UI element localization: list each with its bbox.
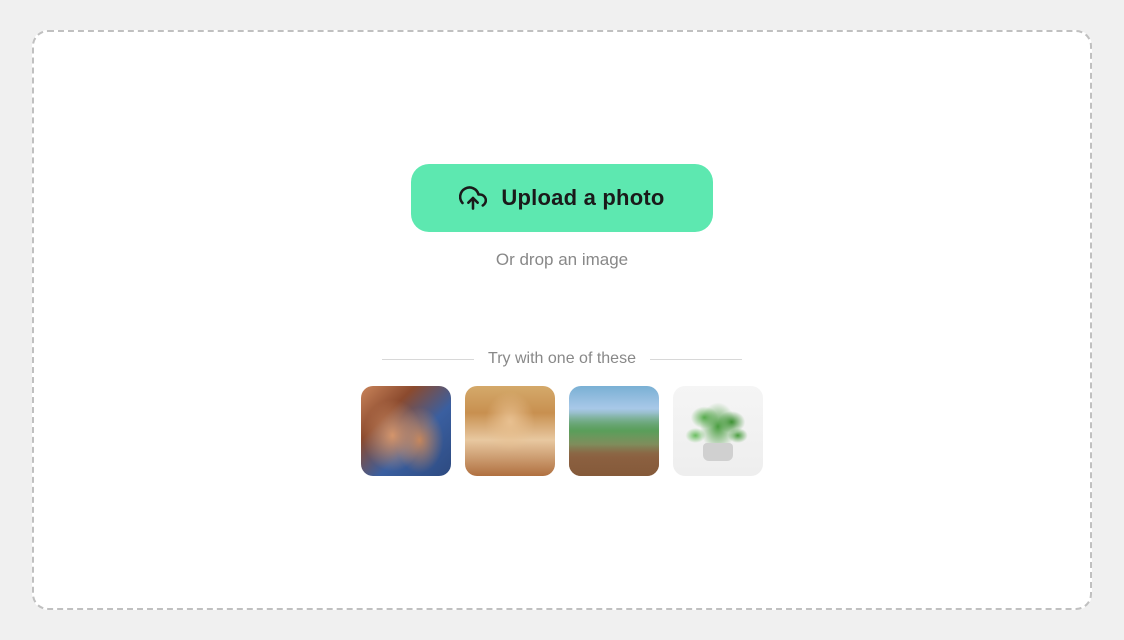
upload-button-label: Upload a photo — [501, 185, 664, 211]
sample-thumbnails-container — [361, 386, 763, 476]
divider-left — [382, 359, 474, 360]
upload-drop-zone[interactable]: Upload a photo Or drop an image Try with… — [32, 30, 1092, 610]
sample-thumbnail-4[interactable] — [673, 386, 763, 476]
upload-icon — [459, 184, 487, 212]
divider-right — [650, 359, 742, 360]
sample-thumbnail-3[interactable] — [569, 386, 659, 476]
upload-photo-button[interactable]: Upload a photo — [411, 164, 712, 232]
samples-label: Try with one of these — [488, 350, 636, 368]
samples-divider: Try with one of these — [382, 350, 742, 368]
upload-section: Upload a photo Or drop an image — [411, 164, 712, 270]
drop-hint-text: Or drop an image — [496, 250, 628, 270]
samples-section: Try with one of these — [361, 350, 763, 476]
sample-thumbnail-1[interactable] — [361, 386, 451, 476]
sample-thumbnail-2[interactable] — [465, 386, 555, 476]
